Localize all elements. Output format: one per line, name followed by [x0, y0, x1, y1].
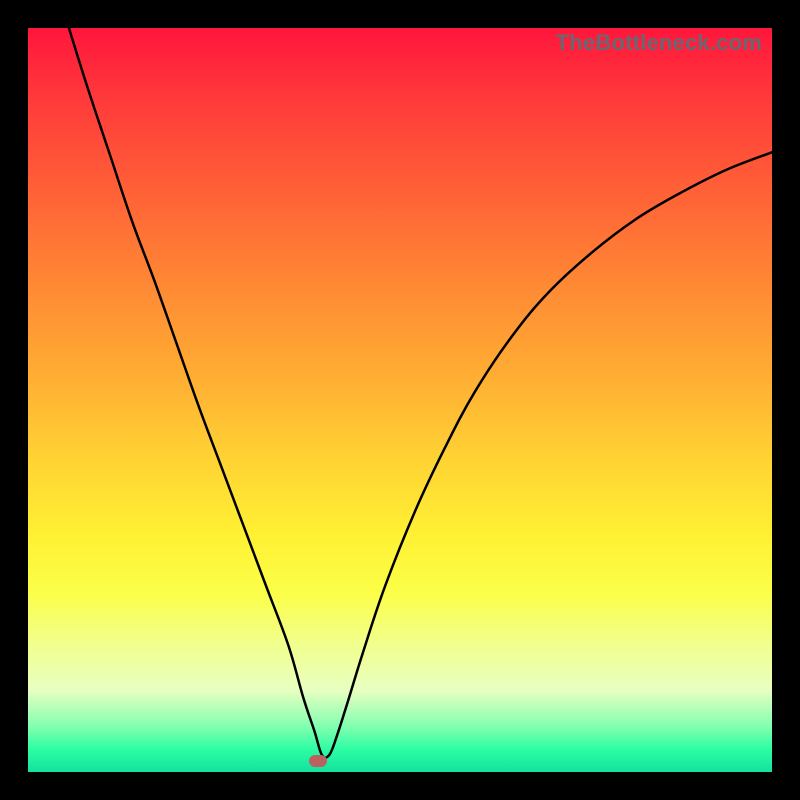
plot-area: TheBottleneck.com	[28, 28, 772, 772]
bottleneck-curve	[28, 28, 772, 772]
bottleneck-marker	[309, 755, 327, 767]
chart-frame: TheBottleneck.com	[0, 0, 800, 800]
